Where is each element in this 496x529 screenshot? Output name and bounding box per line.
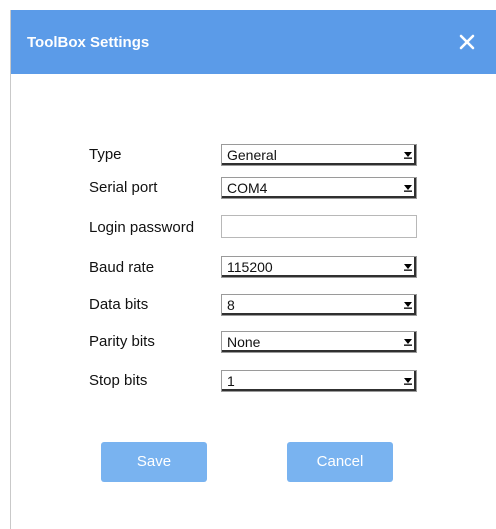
baud-rate-label: Baud rate [89, 259, 155, 276]
save-button[interactable]: Save [101, 442, 207, 482]
baud-rate-select[interactable]: 115200 [221, 256, 417, 278]
data-bits-select[interactable]: 8 [221, 294, 417, 316]
type-label: Type [89, 146, 122, 163]
data-bits-label: Data bits [89, 296, 149, 313]
cancel-button[interactable]: Cancel [287, 442, 393, 482]
login-password-label: Login password [89, 219, 195, 236]
baud-rate-select-value: 115200 [227, 259, 273, 275]
serial-port-select-value: COM4 [227, 180, 268, 196]
toolbox-settings-dialog: ToolBox Settings Type General Serial por… [10, 10, 496, 529]
serial-port-label: Serial port [89, 179, 158, 196]
serial-port-select[interactable]: COM4 [221, 177, 417, 199]
data-bits-select-value: 8 [227, 297, 235, 313]
stop-bits-label: Stop bits [89, 372, 148, 389]
dialog-title: ToolBox Settings [27, 34, 150, 51]
parity-bits-select[interactable]: None [221, 331, 417, 353]
type-select[interactable]: General [221, 144, 417, 166]
stop-bits-select[interactable]: 1 [221, 370, 417, 392]
parity-bits-label: Parity bits [89, 333, 155, 350]
login-password-input[interactable] [221, 215, 417, 238]
type-select-value: General [227, 147, 277, 163]
dialog-titlebar: ToolBox Settings [11, 10, 496, 74]
stop-bits-select-value: 1 [227, 373, 235, 389]
parity-bits-select-value: None [227, 334, 261, 350]
close-icon[interactable] [457, 32, 477, 52]
